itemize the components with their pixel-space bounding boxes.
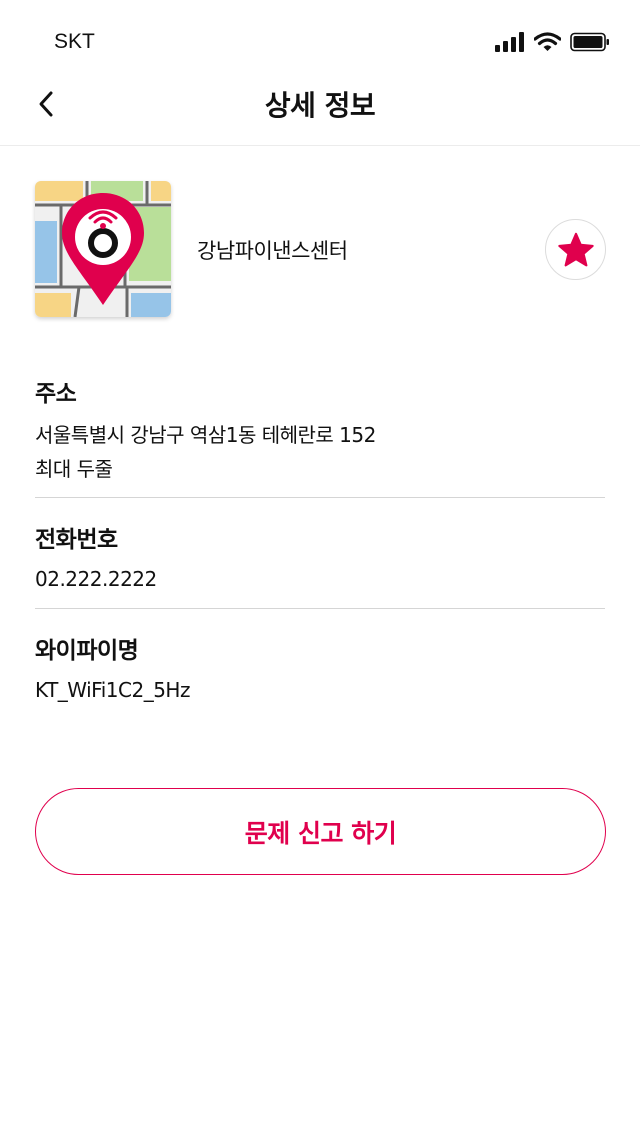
status-bar: SKT [0,0,640,62]
favorite-button[interactable] [545,219,606,280]
place-card: 강남파이낸스센터 [35,181,606,317]
map-pin-icon [35,181,171,317]
place-name: 강남파이낸스센터 [197,239,348,263]
phone-label: 전화번호 [35,527,118,553]
wifi-section: 와이파이명 KT_WiFi1C2_5Hz [35,631,605,707]
wifi-value: KT_WiFi1C2_5Hz [35,678,190,702]
star-icon [557,232,594,266]
phone-value: 02.222.2222 [35,567,157,591]
address-line-2: 최대 두줄 [35,457,113,481]
phone-section: 전화번호 02.222.2222 [35,520,605,596]
nav-bar: 상세 정보 [0,62,640,146]
signal-icon [495,32,524,52]
report-issue-button[interactable]: 문제 신고 하기 [35,788,606,875]
address-line-1: 서울특별시 강남구 역삼1동 테헤란로 152 [35,423,376,447]
address-section: 주소 서울특별시 강남구 역삼1동 테헤란로 152 최대 두줄 [35,374,605,486]
report-issue-label: 문제 신고 하기 [244,818,397,848]
wifi-icon [534,32,561,51]
map-thumbnail [35,181,171,317]
battery-icon [570,32,609,52]
address-label: 주소 [35,381,77,407]
status-icons [495,30,610,54]
divider [35,608,605,609]
wifi-label: 와이파이명 [35,638,139,664]
carrier-label: SKT [54,30,95,53]
divider [35,497,605,498]
page-title: 상세 정보 [264,89,376,122]
